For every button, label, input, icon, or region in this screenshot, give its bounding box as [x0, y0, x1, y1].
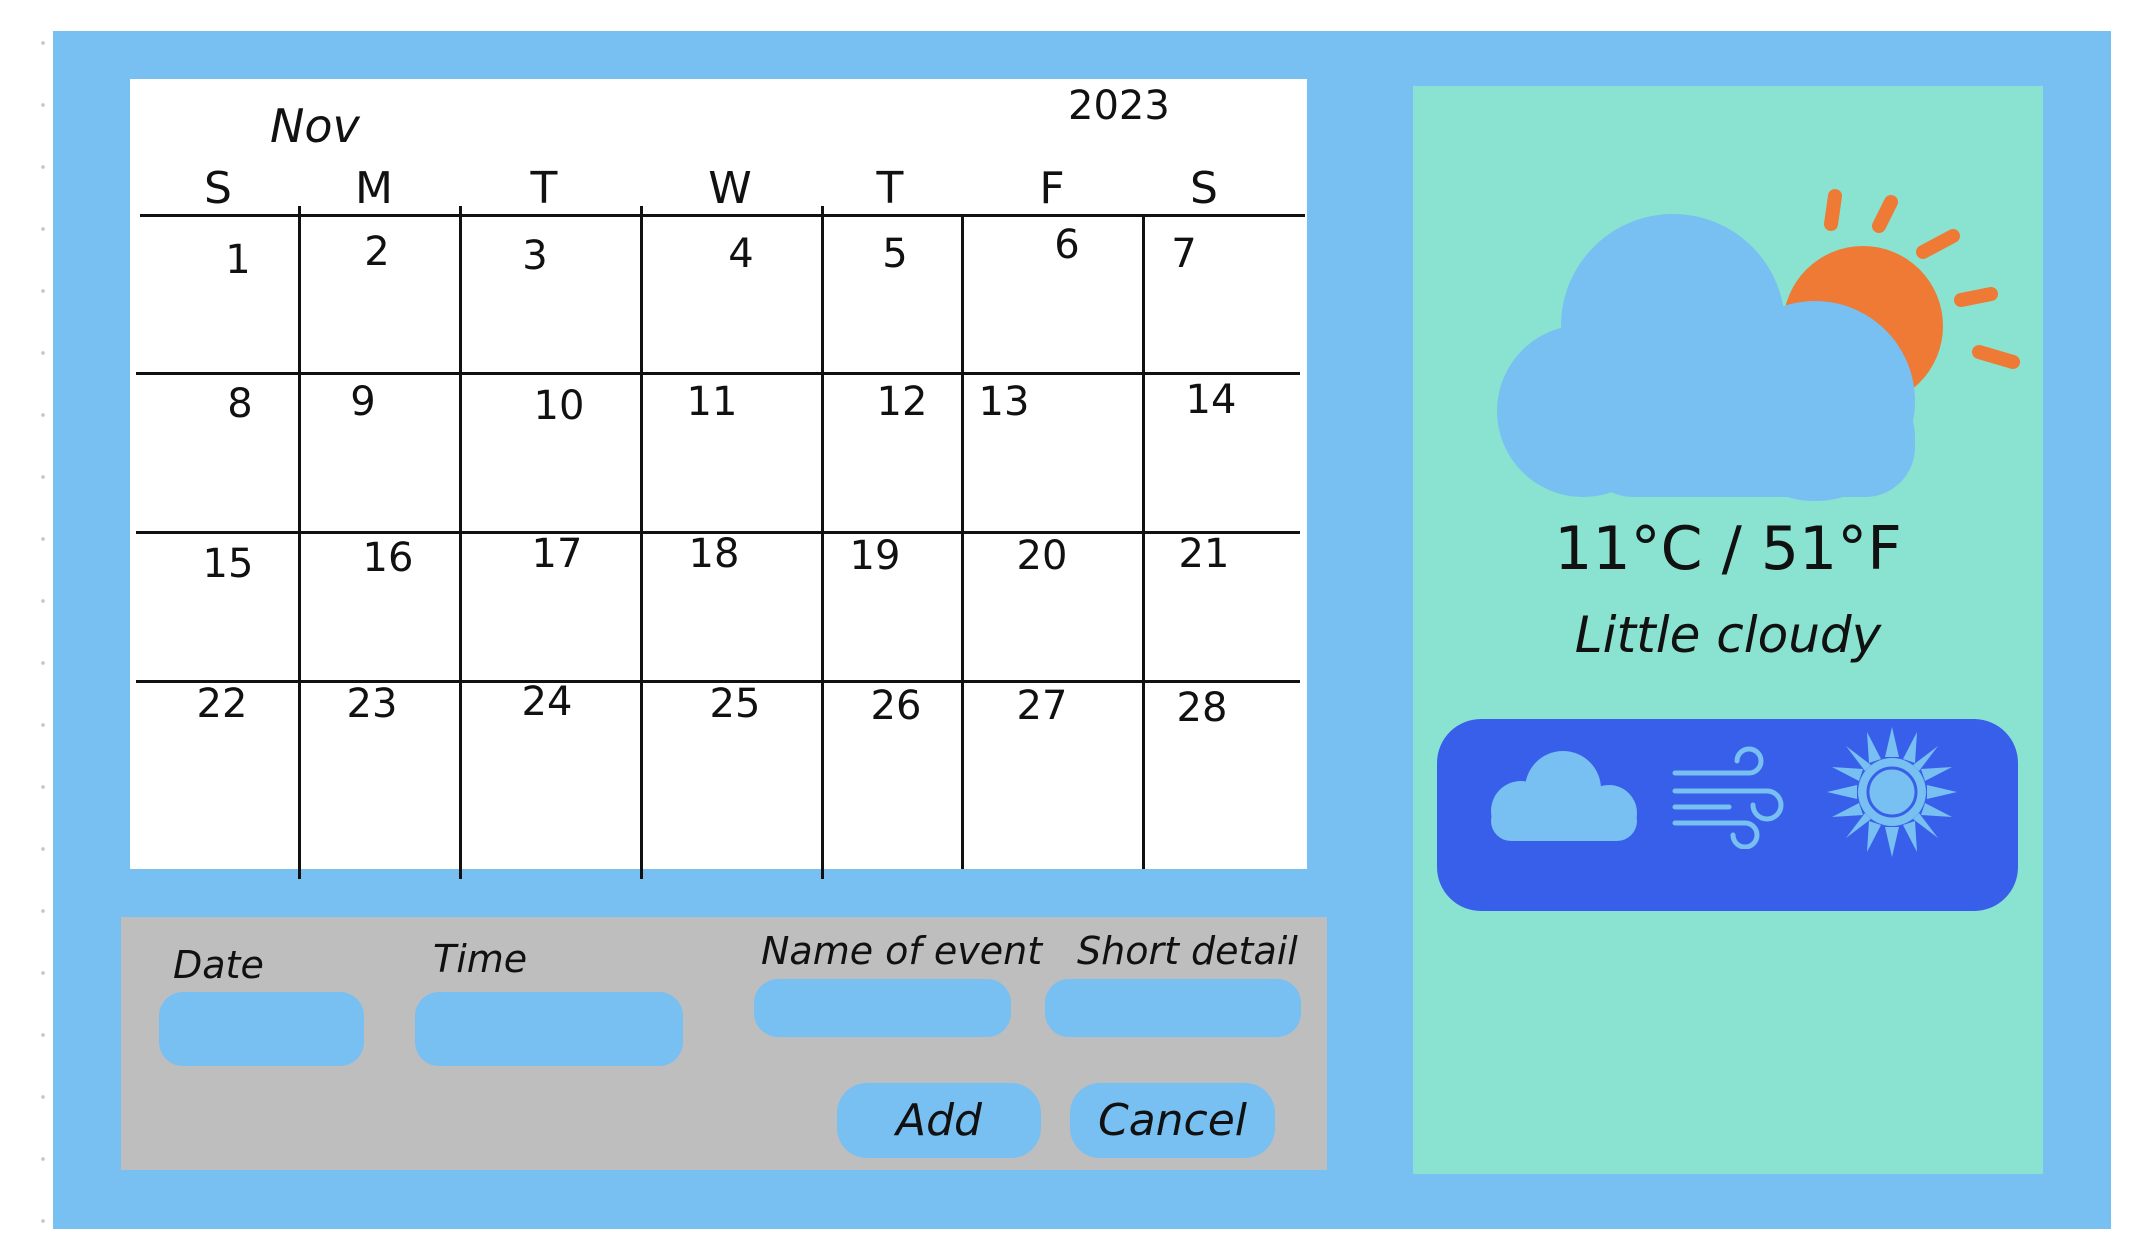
calendar-day[interactable]: 1	[225, 237, 250, 283]
grid-line	[298, 206, 301, 879]
calendar-day[interactable]: 3	[522, 233, 547, 279]
calendar-day[interactable]: 19	[850, 533, 901, 579]
calendar-day[interactable]: 9	[350, 379, 375, 425]
grid-line	[1142, 214, 1145, 869]
calendar-year: 2023	[1068, 83, 1170, 129]
cloud-icon[interactable]	[1485, 743, 1641, 843]
weekday-header: M	[355, 163, 393, 214]
calendar-day[interactable]: 28	[1177, 685, 1228, 731]
cancel-button[interactable]: Cancel	[1070, 1083, 1275, 1158]
partly-cloudy-icon	[1497, 189, 2020, 501]
calendar-day[interactable]: 20	[1017, 533, 1068, 579]
wind-icon[interactable]	[1669, 743, 1787, 849]
calendar: Nov 2023 S M T W T F S 1 2 3 4 5 6 7 8 9…	[130, 79, 1307, 879]
grid-line	[136, 372, 1300, 375]
time-input[interactable]	[415, 992, 683, 1066]
event-name-input[interactable]	[754, 979, 1011, 1037]
weekday-header: W	[708, 163, 752, 214]
calendar-day[interactable]: 13	[979, 379, 1030, 425]
grid-line	[640, 206, 643, 879]
grid-line	[821, 206, 824, 879]
calendar-day[interactable]: 4	[728, 231, 753, 277]
time-label: Time	[433, 937, 528, 981]
calendar-day[interactable]: 15	[203, 541, 254, 587]
calendar-day[interactable]: 23	[347, 681, 398, 727]
weekday-header: T	[876, 163, 904, 214]
grid-line	[459, 206, 462, 879]
weekday-header: S	[204, 163, 232, 214]
calendar-day[interactable]: 6	[1054, 222, 1079, 268]
forecast-bar	[1437, 719, 2018, 911]
add-button[interactable]: Add	[837, 1083, 1041, 1158]
date-label: Date	[173, 943, 264, 987]
calendar-day[interactable]: 11	[687, 379, 738, 425]
calendar-day[interactable]: 24	[522, 679, 573, 725]
event-form: Date Time Name of event Short detail Add…	[121, 917, 1327, 1170]
calendar-day[interactable]: 5	[882, 231, 907, 277]
calendar-day[interactable]: 22	[197, 681, 248, 727]
event-name-label: Name of event	[761, 929, 1043, 973]
calendar-day[interactable]: 27	[1017, 683, 1068, 729]
calendar-day[interactable]: 16	[363, 535, 414, 581]
date-input[interactable]	[159, 992, 364, 1066]
temperature-display: 11°C / 51°F	[1554, 514, 1902, 584]
weekday-header: F	[1039, 163, 1065, 214]
calendar-day[interactable]: 17	[532, 531, 583, 577]
grid-line	[961, 214, 964, 869]
weekday-header: T	[530, 163, 558, 214]
short-detail-label: Short detail	[1077, 929, 1298, 973]
calendar-day[interactable]: 10	[534, 383, 585, 429]
calendar-day[interactable]: 21	[1179, 531, 1230, 577]
weekday-header: S	[1190, 163, 1218, 214]
calendar-day[interactable]: 25	[710, 681, 761, 727]
calendar-day[interactable]: 26	[871, 683, 922, 729]
calendar-day[interactable]: 14	[1186, 377, 1237, 423]
weather-condition: Little cloudy	[1574, 606, 1882, 664]
calendar-day[interactable]: 7	[1171, 231, 1196, 277]
calendar-day[interactable]: 12	[877, 379, 928, 425]
short-detail-input[interactable]	[1045, 979, 1301, 1037]
weather-widget: 11°C / 51°F Little cloudy	[1413, 86, 2043, 1174]
calendar-day[interactable]: 8	[227, 381, 252, 427]
calendar-month: Nov	[270, 99, 360, 153]
calendar-day[interactable]: 18	[689, 531, 740, 577]
calendar-day[interactable]: 2	[364, 229, 389, 275]
grid-line	[140, 214, 1305, 217]
sun-icon[interactable]	[1827, 727, 1957, 857]
